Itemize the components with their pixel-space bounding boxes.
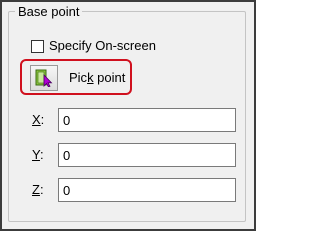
y-label: Y: <box>32 147 44 162</box>
z-input[interactable] <box>58 178 236 202</box>
pick-point-icon <box>35 69 53 87</box>
x-input[interactable] <box>58 108 236 132</box>
z-label: Z: <box>32 182 44 197</box>
x-label: X: <box>32 112 45 127</box>
y-input[interactable] <box>58 143 236 167</box>
pick-point-label[interactable]: Pick point <box>69 70 125 86</box>
checkbox-box[interactable] <box>31 39 44 53</box>
pick-point-button[interactable] <box>30 65 58 91</box>
specify-onscreen-label: Specify On-screen <box>49 38 156 53</box>
specify-onscreen-checkbox[interactable]: Specify On-screen <box>31 38 156 54</box>
groupbox-title: Base point <box>15 4 83 20</box>
dialog-panel: Base point Specify On-screen Pick point … <box>0 0 256 231</box>
